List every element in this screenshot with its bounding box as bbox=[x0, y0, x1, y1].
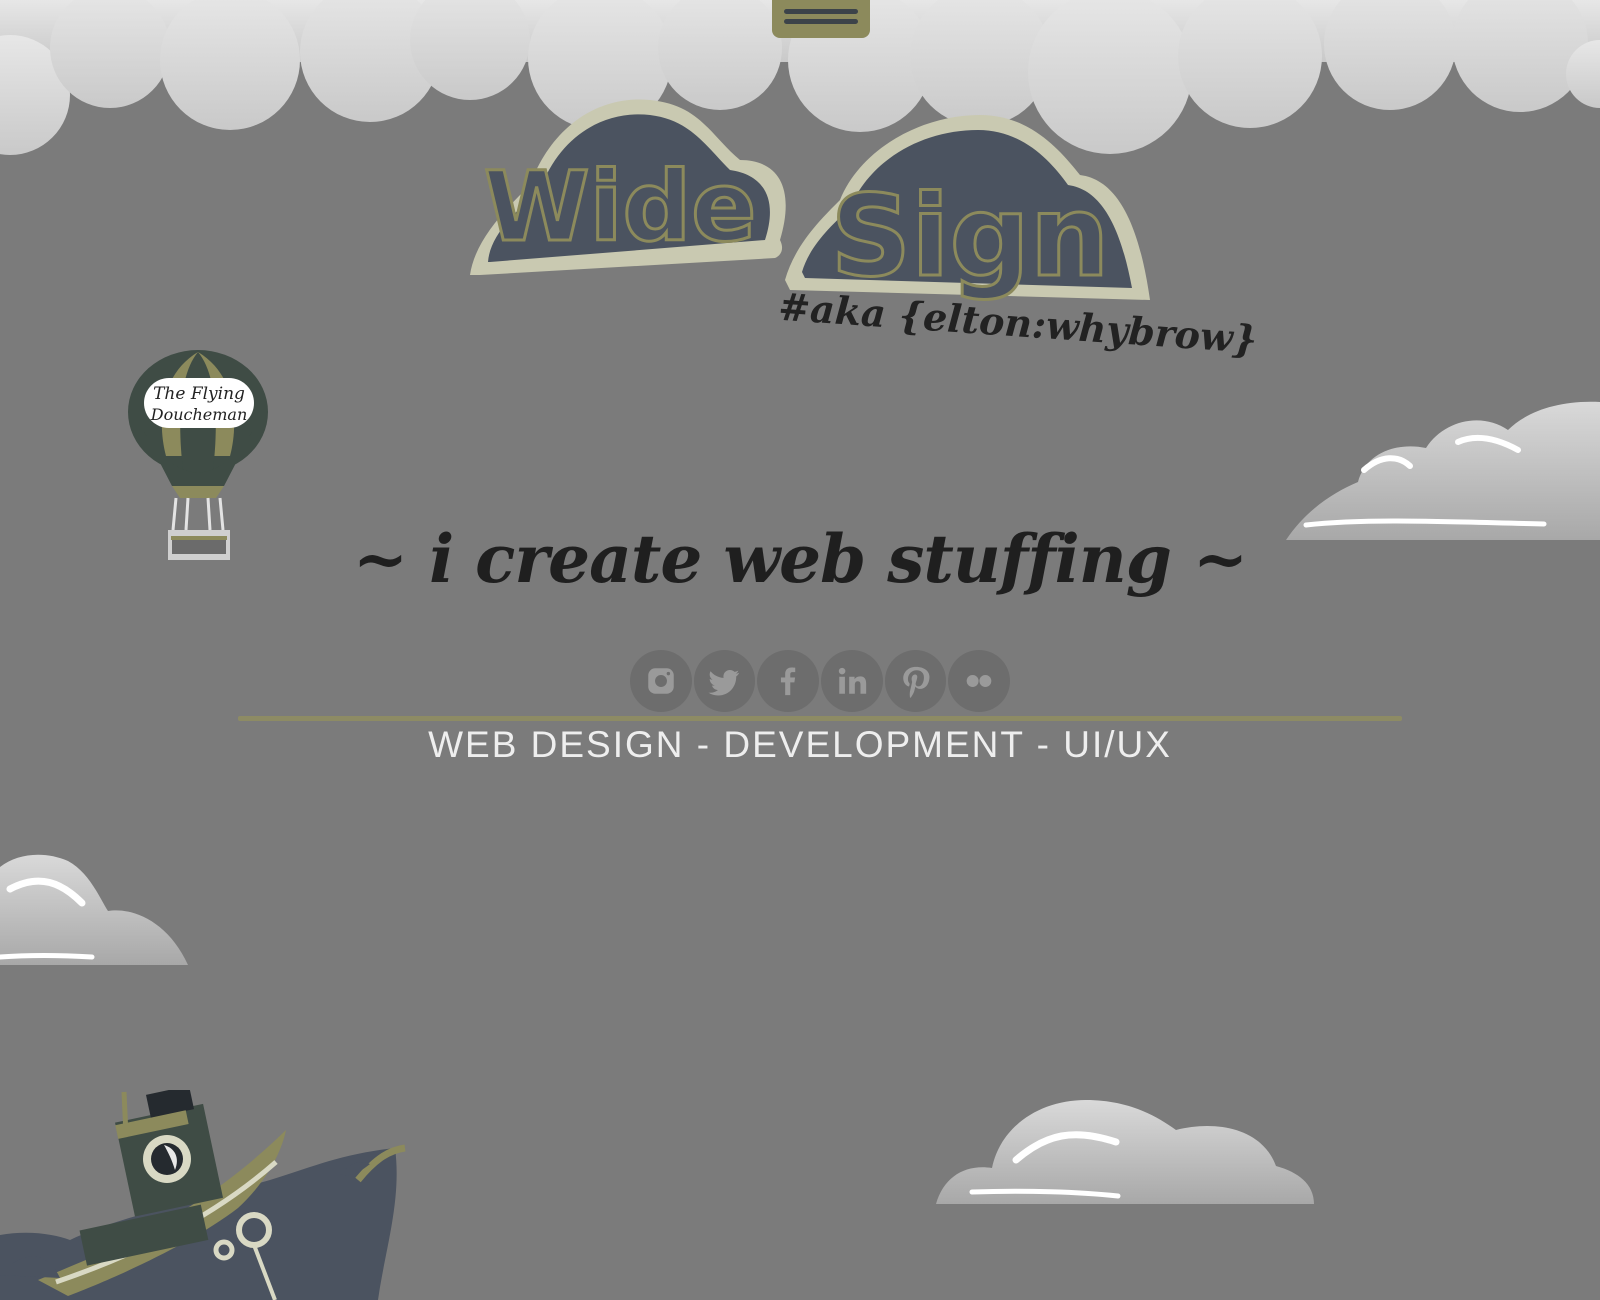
bottom-center-cloud bbox=[936, 1100, 1314, 1204]
flickr-button[interactable] bbox=[948, 650, 1011, 712]
balloon-badge-line-2: Doucheman bbox=[150, 405, 248, 424]
services-subtitle: WEB DESIGN - DEVELOPMENT - UI/UX bbox=[428, 724, 1172, 765]
right-side-cloud bbox=[1286, 401, 1600, 540]
logo-text-sign: Sign bbox=[831, 172, 1110, 302]
menu-button[interactable] bbox=[772, 0, 870, 38]
facebook-button[interactable] bbox=[757, 650, 820, 712]
hamburger-icon bbox=[784, 9, 858, 14]
linkedin-button[interactable] bbox=[821, 650, 883, 712]
flickr-icon bbox=[966, 675, 992, 687]
hamburger-icon-bar bbox=[784, 19, 858, 24]
instagram-icon bbox=[648, 668, 674, 694]
tugboat-illustration bbox=[0, 1090, 406, 1300]
flying-doucheman-balloon: The Flying Doucheman bbox=[128, 350, 268, 560]
linkedin-icon bbox=[838, 667, 867, 694]
pinterest-button[interactable] bbox=[884, 650, 947, 712]
instagram-button[interactable] bbox=[630, 650, 692, 712]
hero-tagline: ~ i create web stuffing ~ bbox=[352, 520, 1248, 598]
twitter-icon bbox=[707, 669, 739, 696]
balloon-badge-line-1: The Flying bbox=[153, 384, 245, 404]
facebook-icon bbox=[781, 667, 796, 696]
hero-divider bbox=[238, 716, 1402, 721]
social-links bbox=[630, 650, 1011, 712]
twitter-button[interactable] bbox=[693, 650, 756, 712]
page-stage: Wide Sign #aka {elton:whybrow} The Flyin… bbox=[0, 0, 1600, 1300]
left-side-cloud bbox=[0, 854, 188, 965]
pinterest-icon bbox=[902, 666, 929, 698]
logo-text-wide: Wide bbox=[484, 151, 757, 263]
